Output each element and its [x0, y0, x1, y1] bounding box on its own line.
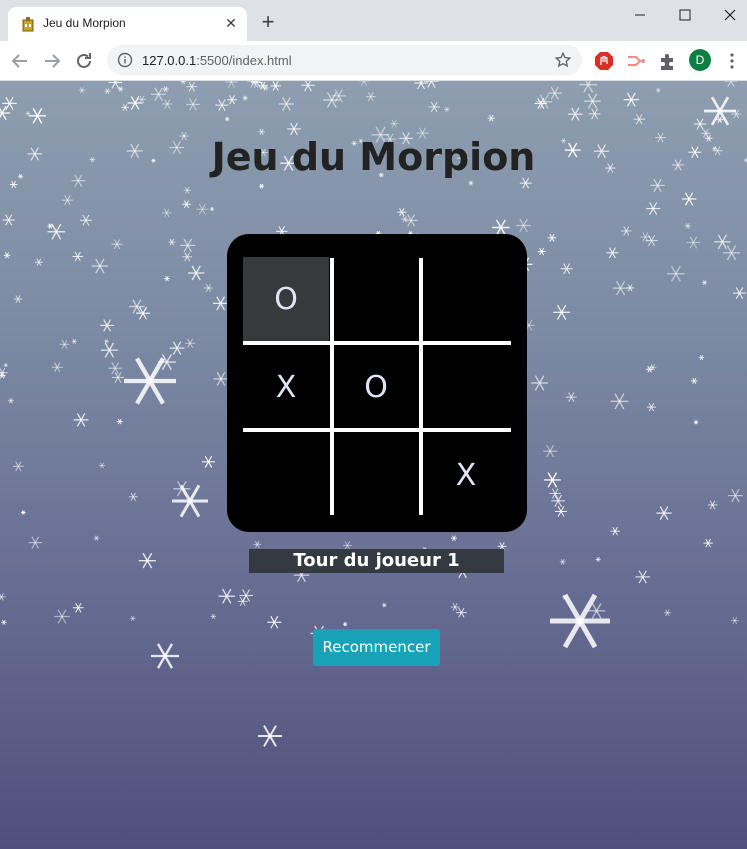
- page-title: Jeu du Morpion: [211, 135, 536, 179]
- profile-avatar[interactable]: D: [689, 49, 711, 71]
- cast-extension-icon[interactable]: [625, 50, 647, 72]
- board-cell[interactable]: O: [333, 345, 419, 429]
- back-arrow-icon[interactable]: [8, 49, 32, 73]
- browser-tab[interactable]: Jeu du Morpion ✕: [8, 7, 247, 41]
- browser-toolbar: 127.0.0.1:5500/index.html D: [0, 41, 747, 81]
- url-host: 127.0.0.1: [142, 53, 197, 68]
- board-cell[interactable]: X: [243, 345, 329, 429]
- address-bar[interactable]: 127.0.0.1:5500/index.html: [107, 45, 582, 75]
- bookmark-star-icon[interactable]: [554, 51, 572, 69]
- tab-close-icon[interactable]: ✕: [223, 15, 239, 31]
- url-path: :5500/index.html: [196, 53, 292, 68]
- board-cell[interactable]: [423, 345, 509, 429]
- adblock-extension-icon[interactable]: [593, 50, 615, 72]
- page-viewport: Jeu du Morpion O X O X Tour du joueur 1 …: [0, 81, 747, 849]
- board-cell[interactable]: X: [423, 433, 509, 517]
- new-tab-button[interactable]: +: [258, 11, 278, 33]
- restart-button[interactable]: Recommencer: [313, 629, 440, 666]
- grid-line-vertical: [330, 258, 334, 515]
- board-cell[interactable]: [423, 257, 509, 341]
- maximize-icon[interactable]: [669, 3, 701, 25]
- game-board: O X O X: [227, 234, 527, 532]
- page-favicon-icon: [22, 17, 34, 32]
- board-cell[interactable]: [243, 433, 329, 517]
- turn-status: Tour du joueur 1: [249, 549, 504, 573]
- info-icon[interactable]: [117, 52, 133, 68]
- board-cell[interactable]: [333, 257, 419, 341]
- grid-line-horizontal: [243, 341, 511, 345]
- forward-arrow-icon[interactable]: [40, 49, 64, 73]
- grid-line-vertical: [419, 258, 423, 515]
- extensions-puzzle-icon[interactable]: [657, 50, 679, 72]
- window-close-icon[interactable]: [714, 3, 746, 25]
- tab-strip: Jeu du Morpion ✕ +: [0, 0, 747, 41]
- browser-menu-icon[interactable]: [725, 51, 739, 71]
- board-cell[interactable]: O: [243, 257, 329, 341]
- minimize-icon[interactable]: [624, 3, 656, 25]
- grid-line-horizontal: [243, 428, 511, 432]
- tab-title: Jeu du Morpion: [43, 16, 126, 30]
- reload-icon[interactable]: [72, 49, 96, 73]
- url-text[interactable]: 127.0.0.1:5500/index.html: [142, 53, 292, 68]
- board-cell[interactable]: [333, 433, 419, 517]
